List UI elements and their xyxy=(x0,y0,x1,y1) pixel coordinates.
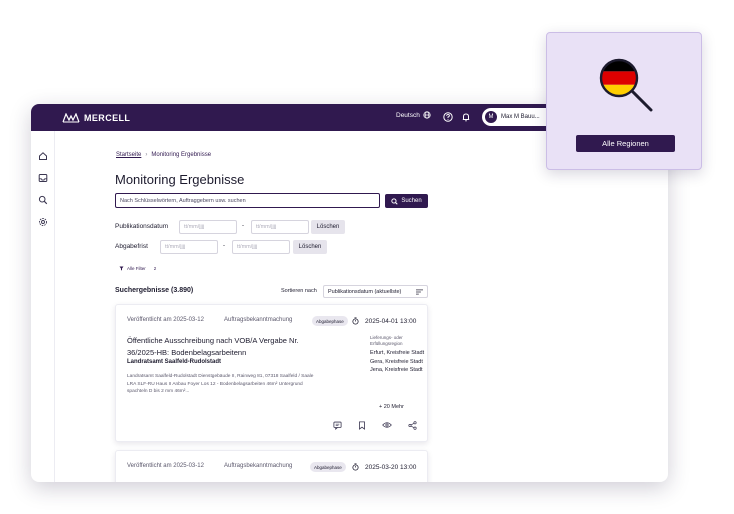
comment-icon[interactable] xyxy=(332,420,342,430)
home-icon[interactable] xyxy=(37,150,49,162)
share-icon[interactable] xyxy=(407,420,417,430)
brand-logo[interactable]: MERCELL xyxy=(62,110,130,125)
search-icon[interactable] xyxy=(37,194,49,206)
region-item: Gera, Kreisfreie Stadt xyxy=(370,358,423,365)
deadline-label: Abgabefrist xyxy=(115,243,148,250)
breadcrumb-current: Monitoring Ergebnisse xyxy=(151,152,212,158)
region-label: Lieferungs- oder Erfüllungsregion xyxy=(370,335,403,346)
search-icon xyxy=(391,197,398,205)
published-date: Veröffentlicht am 2025-03-12 xyxy=(127,317,204,323)
sort-label: Sortieren nach xyxy=(281,288,317,294)
mercell-logo-icon xyxy=(62,112,80,122)
published-date: Veröffentlicht am 2025-03-12 xyxy=(127,463,204,469)
help-icon[interactable] xyxy=(441,110,455,124)
deadline-value: 2025-03-20 13:00 xyxy=(365,463,417,471)
page-title: Monitoring Ergebnisse xyxy=(115,172,245,187)
brand-name: MERCELL xyxy=(84,112,131,123)
card-actions xyxy=(332,420,417,430)
result-card[interactable]: Veröffentlicht am 2025-03-12 Auftragsbek… xyxy=(115,450,428,482)
filter-icon xyxy=(119,266,124,271)
search-button[interactable]: Suchen xyxy=(385,194,428,208)
results-count: Suchergebnisse (3.890) xyxy=(115,287,194,294)
notice-type: Auftragsbekanntmachung xyxy=(224,317,293,323)
germany-flag-magnifier-icon xyxy=(599,58,653,112)
stopwatch-icon xyxy=(352,463,359,471)
region-popover: Alle Regionen xyxy=(546,32,702,170)
publication-clear-button[interactable]: Löschen xyxy=(311,220,345,234)
card-description: Landratsamt Saalfeld-Rudolstadt Dienstge… xyxy=(127,374,314,394)
card-buyer: Landratsamt Saalfeld-Rudolstadt xyxy=(127,359,222,365)
bookmark-icon[interactable] xyxy=(357,420,367,430)
sort-value: Publikationsdatum (aktuellste) xyxy=(328,288,402,295)
breadcrumb-home-link[interactable]: Startseite xyxy=(116,152,141,158)
notice-type: Auftragsbekanntmachung xyxy=(224,463,293,469)
region-item: Erfurt, Kreisfreie Stadt xyxy=(370,350,425,356)
sort-select[interactable]: Publikationsdatum (aktuellste) xyxy=(323,285,428,298)
language-label: Deutsch xyxy=(396,111,420,119)
avatar: M xyxy=(485,111,497,123)
date-placeholder: tt/mm/jjjj xyxy=(165,244,186,250)
stopwatch-icon xyxy=(352,317,359,325)
date-range-dash: - xyxy=(242,223,244,229)
user-name: Max M Bauu... xyxy=(501,114,540,120)
search-input[interactable]: Nach Schlüsselwörtern, Auftraggebern usw… xyxy=(115,193,380,208)
sidebar xyxy=(31,131,55,482)
publication-date-label: Publikationsdatum xyxy=(115,223,169,230)
phase-badge: Abgabephase xyxy=(312,316,348,326)
region-item: Jena, Kreisfreie Stadt xyxy=(370,367,423,373)
deadline: 2025-04-01 13:00 xyxy=(352,317,416,325)
inbox-icon[interactable] xyxy=(37,172,49,184)
date-placeholder: tt/mm/jjjj xyxy=(184,224,205,230)
filter-count-badge: 2 xyxy=(153,266,157,271)
publication-date-from[interactable]: tt/mm/jjjj xyxy=(179,220,237,234)
card-title[interactable]: Öffentliche Ausschreibung nach VOB/A Ver… xyxy=(127,335,327,359)
all-filters-label: Alle Filter xyxy=(127,266,146,271)
stage: MERCELL Deutsch M Max M Bauu... Startsei… xyxy=(0,0,734,514)
deadline-from[interactable]: tt/mm/jjjj xyxy=(160,240,218,254)
globe-icon xyxy=(423,111,431,119)
all-filters-button[interactable]: Alle Filter 2 xyxy=(119,266,156,271)
sort-lines-icon xyxy=(416,289,423,294)
more-regions-link[interactable]: + 20 Mehr xyxy=(379,404,404,410)
deadline-to[interactable]: tt/mm/jjjj xyxy=(232,240,290,254)
breadcrumb: Startseite › Monitoring Ergebnisse xyxy=(116,152,211,158)
region-list: Erfurt, Kreisfreie Stadt Gera, Kreisfrei… xyxy=(370,349,426,375)
date-placeholder: tt/mm/jjjj xyxy=(237,244,258,250)
publication-date-to[interactable]: tt/mm/jjjj xyxy=(251,220,309,234)
settings-icon[interactable] xyxy=(37,216,49,228)
bell-icon[interactable] xyxy=(459,110,473,124)
all-regions-button[interactable]: Alle Regionen xyxy=(576,135,675,152)
date-placeholder: tt/mm/jjjj xyxy=(256,224,277,230)
result-card[interactable]: Veröffentlicht am 2025-03-12 Auftragsbek… xyxy=(115,304,428,442)
search-button-label: Suchen xyxy=(401,198,422,204)
eye-icon[interactable] xyxy=(382,420,392,430)
search-placeholder: Nach Schlüsselwörtern, Auftraggebern usw… xyxy=(120,197,246,204)
breadcrumb-separator: › xyxy=(145,152,148,158)
date-range-dash: - xyxy=(223,243,225,249)
language-selector[interactable]: Deutsch xyxy=(396,111,431,119)
deadline-clear-button[interactable]: Löschen xyxy=(293,240,327,254)
phase-badge: Abgabephase xyxy=(310,462,346,472)
deadline: 2025-03-20 13:00 xyxy=(352,463,416,471)
deadline-value: 2025-04-01 13:00 xyxy=(365,317,417,325)
